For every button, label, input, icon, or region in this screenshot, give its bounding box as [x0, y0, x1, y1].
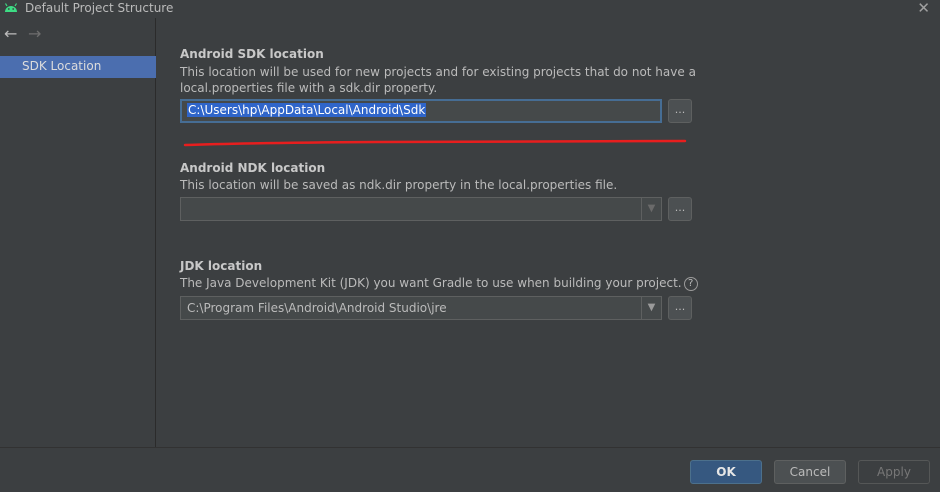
chevron-down-icon[interactable]: ▼	[641, 198, 661, 220]
jdk-description-text: The Java Development Kit (JDK) you want …	[180, 276, 682, 290]
ndk-description: This location will be saved as ndk.dir p…	[180, 178, 618, 192]
ndk-path-combo[interactable]: ▼	[180, 197, 662, 221]
jdk-path-combo[interactable]: C:\Program Files\Android\Android Studio\…	[180, 296, 662, 320]
title-bar: Default Project Structure ✕	[0, 0, 940, 18]
window-title: Default Project Structure	[25, 1, 174, 15]
ndk-section-title: Android NDK location	[180, 161, 326, 175]
sdk-path-input[interactable]: C:\Users\hp\AppData\Local\Android\Sdk	[180, 99, 662, 123]
ok-button[interactable]: OK	[690, 460, 762, 484]
android-icon	[4, 3, 18, 12]
sidebar: ← → SDK Location	[0, 18, 156, 447]
sdk-path-selected-text: C:\Users\hp\AppData\Local\Android\Sdk	[187, 103, 427, 117]
forward-arrow-icon[interactable]: →	[28, 24, 41, 43]
sidebar-item-label: SDK Location	[22, 59, 102, 73]
chevron-down-icon[interactable]: ▼	[641, 297, 661, 319]
sdk-browse-button[interactable]: ...	[668, 99, 692, 123]
jdk-path-value: C:\Program Files\Android\Android Studio\…	[187, 301, 447, 315]
jdk-description: The Java Development Kit (JDK) you want …	[180, 275, 698, 291]
jdk-browse-button[interactable]: ...	[668, 296, 692, 320]
main-panel: Android SDK location This location will …	[157, 18, 940, 447]
ndk-browse-button[interactable]: ...	[668, 197, 692, 221]
help-icon[interactable]: ?	[683, 276, 698, 291]
sdk-section-title: Android SDK location	[180, 47, 324, 61]
sidebar-item-sdk-location[interactable]: SDK Location	[0, 56, 156, 78]
sdk-description-line2: local.properties file with a sdk.dir pro…	[180, 81, 438, 95]
sdk-description-line1: This location will be used for new proje…	[180, 65, 696, 79]
dialog-footer: OK Cancel Apply	[0, 447, 940, 492]
cancel-button[interactable]: Cancel	[774, 460, 846, 484]
apply-button[interactable]: Apply	[858, 460, 930, 484]
red-underline-annotation	[183, 139, 687, 147]
back-arrow-icon[interactable]: ←	[4, 24, 17, 43]
close-icon[interactable]: ✕	[917, 0, 930, 17]
jdk-section-title: JDK location	[180, 259, 263, 273]
